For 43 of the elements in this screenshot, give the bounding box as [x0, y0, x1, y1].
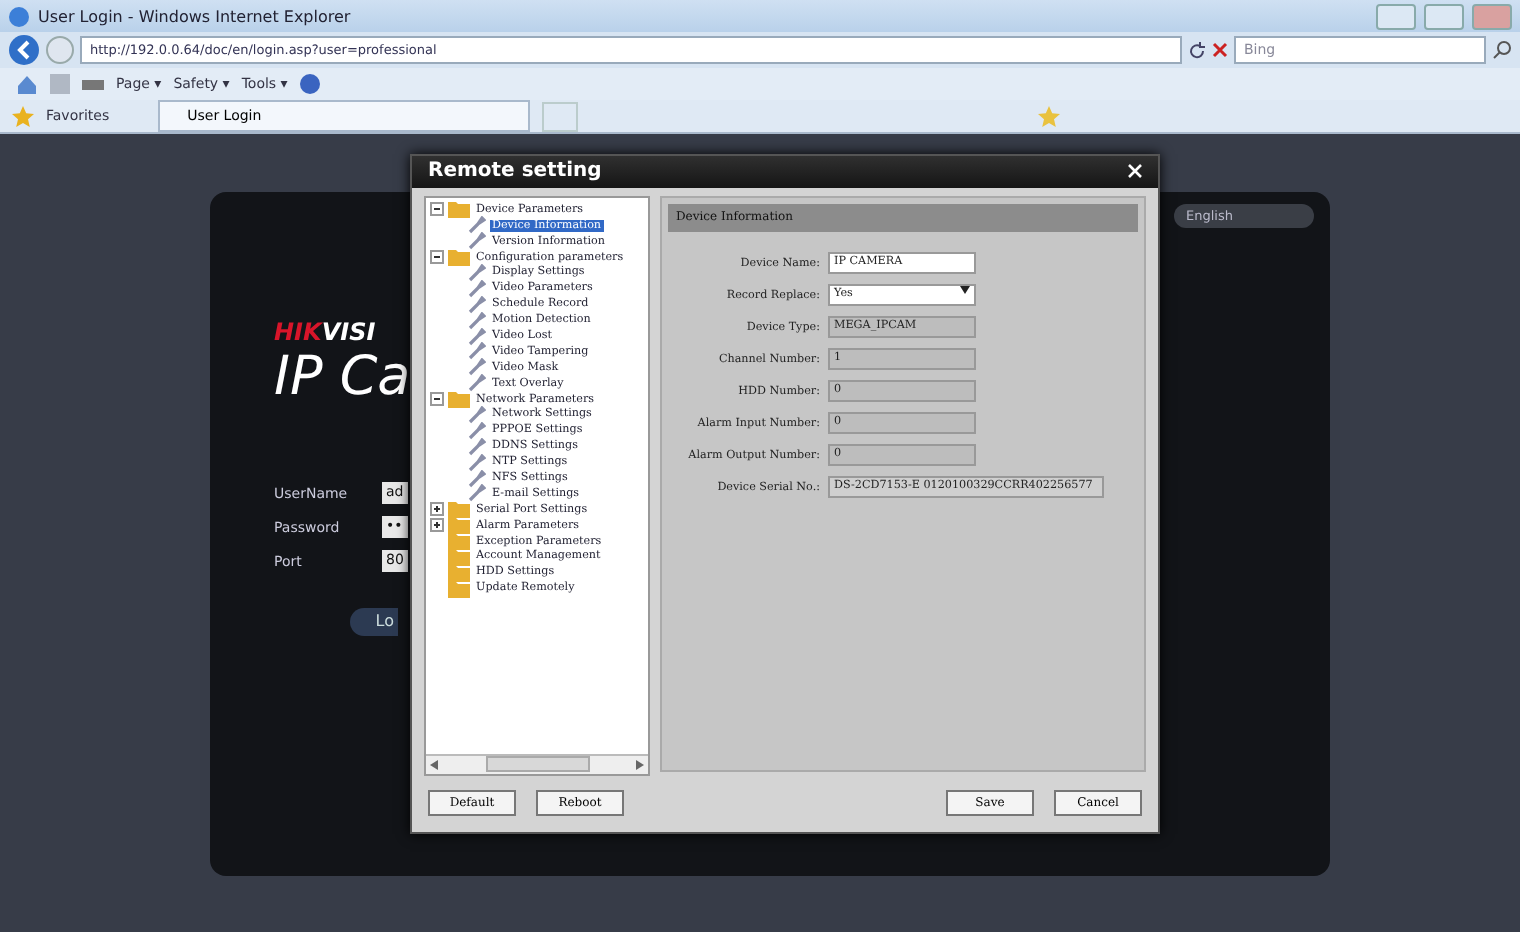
wrench-icon: [468, 311, 486, 330]
collapse-icon[interactable]: [430, 250, 444, 265]
wrench-icon: [468, 216, 486, 235]
wrench-icon: [468, 358, 486, 377]
search-icon[interactable]: [1492, 40, 1512, 60]
wrench-icon: [468, 453, 486, 472]
wrench-icon: [468, 327, 486, 345]
wrench-icon: [468, 295, 486, 314]
window-title: User Login - Windows Internet Explorer: [38, 7, 351, 25]
home-icon[interactable]: [16, 73, 38, 95]
wrench-icon: [468, 421, 486, 440]
refresh-icon[interactable]: [1188, 41, 1206, 59]
wrench-icon: [468, 263, 486, 282]
folder-icon: [448, 200, 470, 219]
product-title: IP Ca: [274, 346, 411, 410]
folder-icon: [448, 516, 470, 535]
folder-icon: [448, 390, 470, 409]
wrench-icon: [468, 469, 486, 488]
star-icon[interactable]: [12, 105, 34, 127]
brand-logo: HIKVISI: [274, 318, 376, 346]
wrench-icon: [468, 484, 486, 503]
dialog-title: Remote setting: [428, 160, 602, 183]
scroll-left-icon[interactable]: [430, 759, 438, 770]
folder-icon: [448, 532, 470, 551]
wrench-icon: [468, 232, 486, 251]
wrench-icon: [468, 374, 486, 393]
folder-icon: [448, 500, 470, 519]
wrench-icon: [468, 405, 486, 424]
folder-icon: [448, 248, 470, 267]
collapse-icon[interactable]: [430, 202, 444, 217]
expand-icon[interactable]: [430, 502, 444, 517]
scroll-right-icon[interactable]: [636, 759, 644, 770]
caret-icon: [960, 286, 970, 295]
close-icon[interactable]: [1128, 164, 1142, 179]
collapse-icon[interactable]: [430, 392, 444, 407]
back-icon[interactable]: [8, 34, 40, 66]
wrench-icon: [468, 342, 486, 361]
expand-icon[interactable]: [430, 518, 444, 533]
wrench-icon: [468, 279, 486, 298]
login-button[interactable]: Lo: [350, 608, 398, 636]
stop-icon[interactable]: [1212, 42, 1228, 58]
wrench-icon: [468, 437, 486, 456]
horizontal-scrollbar[interactable]: [426, 753, 648, 774]
